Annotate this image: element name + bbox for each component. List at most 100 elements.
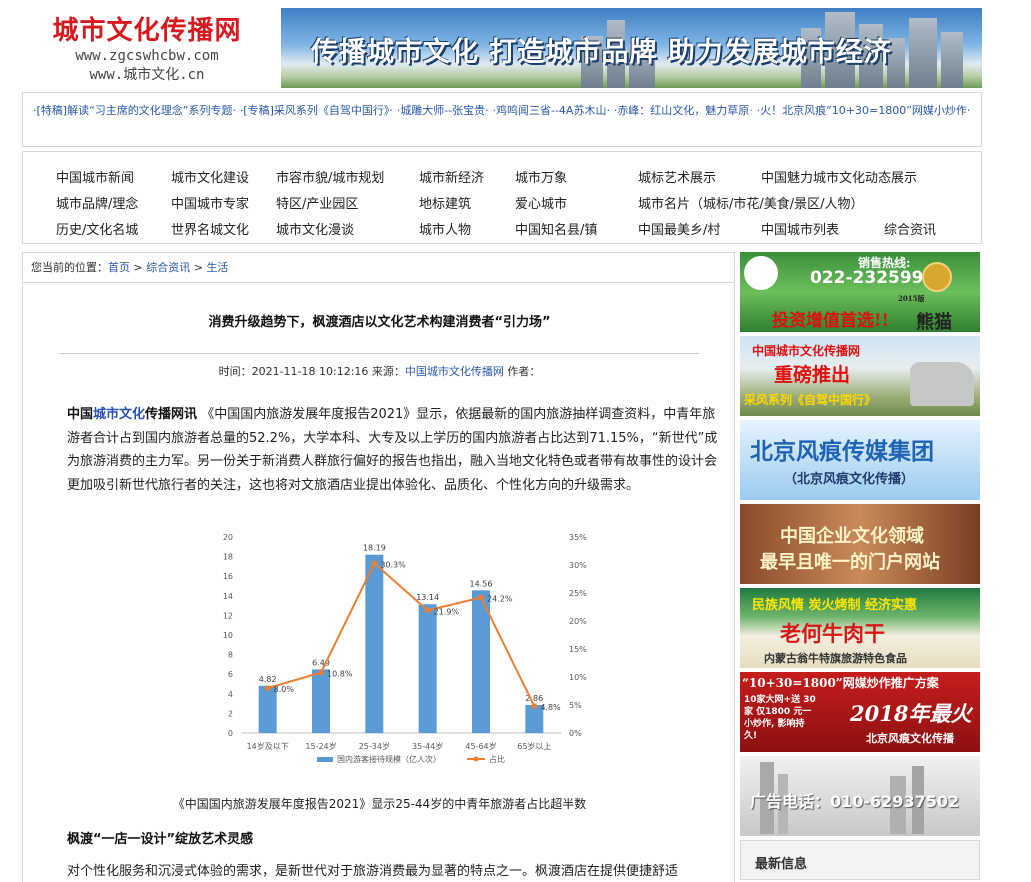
line-point <box>264 685 271 691</box>
line-value-label: 10.8% <box>327 670 353 679</box>
ticker-item[interactable]: ·城雕大师--张宝贵· <box>397 104 489 117</box>
ad-fenghen-media[interactable]: 北京风痕传媒集团 （北京风痕文化传播） <box>740 420 980 500</box>
article-paragraph-2: 对个性化服务和沉浸式体验的需求，是新世代对于旅游消费最为显著的特点之一。枫渡酒店… <box>67 864 679 879</box>
share-line <box>267 561 536 707</box>
ad-beef-jerky[interactable]: 民族风情 炭火烤制 经济实惠 老何牛肉干 内蒙古翁牛特旗旅游特色食品 <box>740 588 980 668</box>
ad1-slogan: 投资增值首选!! <box>772 311 889 331</box>
nav-item[interactable]: 综合资讯 <box>884 219 936 238</box>
nav-item[interactable]: 爱心城市 <box>515 193 567 212</box>
line-point <box>424 607 431 614</box>
nav-item[interactable]: 城标艺术展示 <box>638 167 716 186</box>
ad-phone-contact[interactable]: 广告电话：010-62937502 <box>740 756 980 836</box>
ad2-top: 中国城市文化传播网 <box>752 344 861 358</box>
ad5-bottom: 内蒙古翁牛特旗旅游特色食品 <box>764 652 907 665</box>
y-left-tick-label: 0 <box>228 729 233 738</box>
meta-time: 2021-11-18 10:12:16 <box>251 365 369 378</box>
bar-value-label: 18.19 <box>363 544 386 553</box>
x-tick-label: 35-44岁 <box>412 741 443 751</box>
meta-author-label: 作者： <box>507 365 541 378</box>
x-tick-label: 14岁及以下 <box>247 741 289 751</box>
nav-item[interactable]: 中国知名县/镇 <box>515 219 597 238</box>
site-header: 城市文化传播网 www.zgcswhcbw.com www.城市文化.cn 传播… <box>22 6 982 88</box>
site-url-cn: www.城市文化.cn <box>89 67 205 83</box>
line-point <box>531 703 538 709</box>
nav-item[interactable]: 城市文化漫谈 <box>276 219 354 238</box>
y-left-tick-label: 10 <box>223 631 233 640</box>
headline-ticker: ·[特稿]解读“习主席的文化理念”系列专题· ·[专稿]采风系列《自驾中国行》·… <box>22 92 982 147</box>
y-left-tick-label: 16 <box>223 572 233 581</box>
y-right-tick-label: 20% <box>569 617 587 626</box>
nav-item[interactable]: 城市品牌/理念 <box>56 193 138 212</box>
breadcrumb-current[interactable]: 生活 <box>206 261 228 274</box>
ticker-item[interactable]: ·[特稿]解读“习主席的文化理念”系列专题· <box>33 104 236 117</box>
article-title: 消费升级趋势下，枫渡酒店以文化艺术构建消费者“引力场” <box>208 315 551 330</box>
bar-value-label: 14.56 <box>470 579 493 588</box>
nav-item[interactable]: 特区/产业园区 <box>276 193 358 212</box>
ad-promo-1800[interactable]: “10+30=1800”网媒炒作推广方案 10家大网+送 30家 仅1800 元… <box>740 672 980 752</box>
line-point <box>318 669 324 676</box>
article-paragraph: 中国城市文化传播网讯 《中国国内旅游发展年度报告2021》显示，依据最新的国内旅… <box>67 403 725 497</box>
lead-link[interactable]: 城市文化 <box>93 407 145 422</box>
site-url: www.zgcswhcbw.com <box>75 48 219 64</box>
ad-road-trip[interactable]: 中国城市文化传播网 重磅推出 采风系列《自驾中国行》 <box>740 336 980 416</box>
latest-info-header: 最新信息 <box>740 840 980 880</box>
y-left-tick-label: 2 <box>228 709 233 718</box>
banner-slogan: 传播城市文化 打造城市品牌 助力发展城市经济 <box>311 37 892 68</box>
ticker-item[interactable]: ·[专稿]采风系列《自驾中国行》· <box>240 104 393 117</box>
line-value-label: 30.3% <box>380 560 406 569</box>
bar-value-label: 13.14 <box>416 593 439 602</box>
nav-item[interactable]: 历史/文化名城 <box>56 219 138 238</box>
ad4-line2: 最早且唯一的门户网站 <box>760 552 940 573</box>
ad6-big: 2018年最火 <box>850 701 972 726</box>
y-right-tick-label: 35% <box>569 533 587 542</box>
line-point <box>478 594 484 601</box>
ad1-year: 2015版 <box>898 294 925 303</box>
breadcrumb-prefix: 您当前的位置： <box>31 261 108 274</box>
bar <box>365 554 384 733</box>
ad7-text: 广告电话：010-62937502 <box>750 792 960 811</box>
ticker-item[interactable]: ·赤峰：红山文化，魅力草原· <box>614 104 753 117</box>
ad-panda-coin[interactable]: 销售热线: 022-23259917 2015版 投资增值首选!! 熊猫 <box>740 252 980 332</box>
y-left-tick-label: 18 <box>223 553 233 562</box>
age-distribution-chart: 0 2 4 6 8 10 12 14 16 18 20 0% 5% 10% 15% 20% 25% 30% 35% 4… <box>223 533 587 764</box>
latest-title: 最新信息 <box>755 857 808 872</box>
nav-item[interactable]: 城市文化建设 <box>171 167 249 186</box>
breadcrumb-sep: > <box>190 261 207 274</box>
y-right-tick-label: 0% <box>569 729 582 738</box>
nav-item[interactable]: 城市人物 <box>419 219 471 238</box>
y-right-tick-label: 25% <box>569 589 587 598</box>
sidebar: 销售热线: 022-23259917 2015版 投资增值首选!! 熊猫 中国城… <box>740 252 980 880</box>
nav-item[interactable]: 城市新经济 <box>419 167 484 186</box>
article-panel: 您当前的位置：首页 > 综合资讯 > 生活 消费升级趋势下，枫渡酒店以文化艺术构… <box>22 252 735 882</box>
breadcrumb-category[interactable]: 综合资讯 <box>146 261 190 274</box>
y-right-tick-label: 30% <box>569 561 587 570</box>
ad3-title: 北京风痕传媒集团 <box>750 438 934 465</box>
breadcrumb-home[interactable]: 首页 <box>108 261 130 274</box>
breadcrumb: 您当前的位置：首页 > 综合资讯 > 生活 <box>23 253 734 283</box>
y-left-tick-label: 4 <box>228 690 233 699</box>
nav-item[interactable]: 中国魅力城市文化动态展示 <box>761 167 917 186</box>
nav-item[interactable]: 中国城市专家 <box>171 193 249 212</box>
breadcrumb-sep: > <box>130 261 147 274</box>
line-value-label: 4.8% <box>540 703 561 712</box>
y-right-tick-label: 5% <box>569 701 582 710</box>
legend-label: 占比 <box>489 754 505 764</box>
site-logo[interactable]: 城市文化传播网 www.zgcswhcbw.com www.城市文化.cn <box>22 6 272 88</box>
ticker-item[interactable]: ·鸡鸣闻三省--4A苏木山· <box>492 104 609 117</box>
nav-item[interactable]: 中国城市新闻 <box>56 167 134 186</box>
x-tick-label: 65岁以上 <box>517 741 551 751</box>
nav-item[interactable]: 地标建筑 <box>419 193 471 212</box>
nav-item[interactable]: 中国城市列表 <box>761 219 839 238</box>
ad3-sub: （北京风痕文化传播） <box>784 472 915 487</box>
nav-item[interactable]: 中国最美乡/村 <box>638 219 720 238</box>
nav-item[interactable]: 城市名片（城标/市花/美食/景区/人物） <box>638 193 864 212</box>
meta-time-label: 时间： <box>218 365 252 378</box>
meta-source[interactable]: 中国城市文化传播网 <box>405 365 504 378</box>
ad2-bottom: 采风系列《自驾中国行》 <box>744 393 877 407</box>
nav-item[interactable]: 市容市貌/城市规划 <box>276 167 384 186</box>
site-name: 城市文化传播网 <box>52 16 242 46</box>
nav-item[interactable]: 世界名城文化 <box>171 219 249 238</box>
ticker-item[interactable]: ·火！北京风痕“10+30=1800”网媒小炒作· <box>757 104 971 117</box>
ad-corporate-portal[interactable]: 中国企业文化领域 最早且唯一的门户网站 <box>740 504 980 584</box>
nav-item[interactable]: 城市万象 <box>515 167 567 186</box>
